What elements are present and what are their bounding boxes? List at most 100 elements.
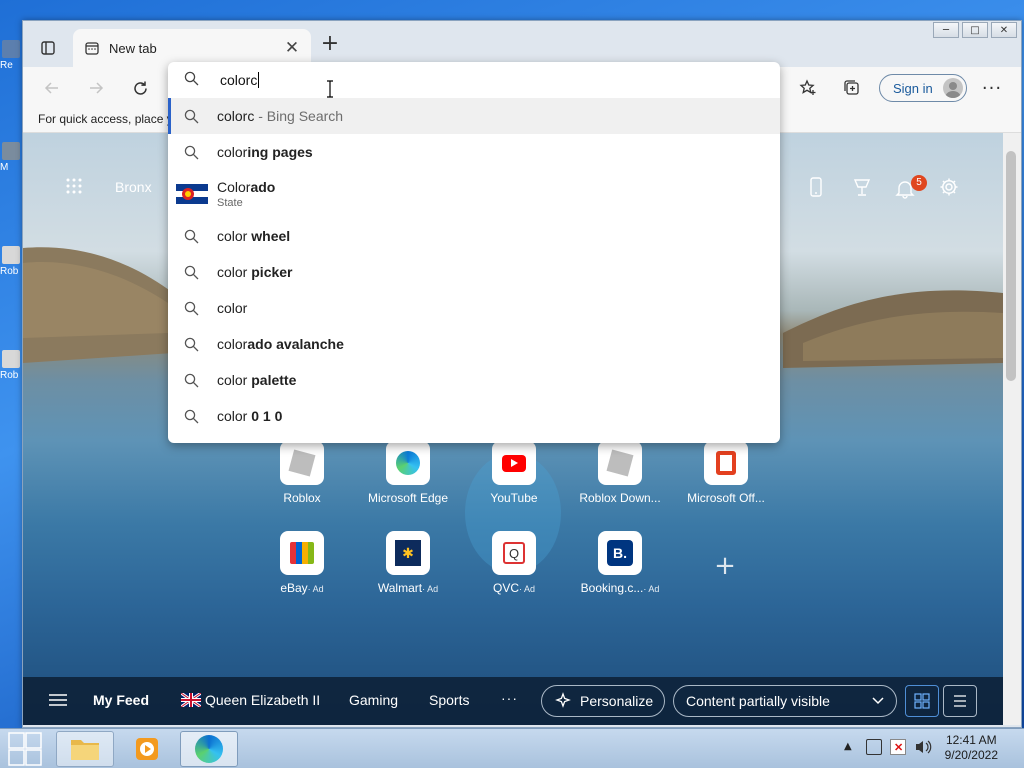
quick-link-label: Roblox Down...	[579, 491, 661, 505]
feed-tab-topic[interactable]: Queen Elizabeth II	[181, 692, 320, 708]
add-site-button[interactable]: +	[713, 551, 737, 581]
suggestion-suffix: 0 1 0	[247, 408, 283, 424]
suggestion-prefix: color	[217, 300, 248, 316]
rewards-button[interactable]	[851, 177, 873, 200]
suggestion-item[interactable]: coloring pages	[168, 134, 780, 170]
windows-icon	[8, 732, 42, 766]
forward-button[interactable]	[83, 75, 109, 101]
favorites-bar-hint: For quick access, place y	[38, 112, 173, 126]
feed-tab-sports[interactable]: Sports	[429, 692, 469, 708]
suggestion-text: colorc - Bing Search	[217, 108, 343, 124]
quick-link[interactable]: Roblox	[247, 441, 357, 505]
feed-tab-gaming[interactable]: Gaming	[349, 692, 398, 708]
new-tab-button[interactable]: +	[319, 33, 341, 55]
show-hidden-icons-button[interactable]: ▲	[844, 741, 852, 752]
scrollbar-thumb[interactable]	[1006, 151, 1016, 381]
search-icon	[184, 409, 204, 424]
suggestion-prefix: color	[217, 372, 248, 388]
start-button[interactable]	[4, 731, 46, 767]
notifications-button[interactable]: 5	[895, 175, 927, 201]
notification-badge: 5	[911, 175, 927, 191]
refresh-button[interactable]	[127, 75, 153, 101]
page-settings-button[interactable]	[939, 177, 959, 200]
address-bar-text: colorc	[220, 72, 258, 88]
feed-menu-button[interactable]	[49, 693, 67, 710]
colorado-flag-icon	[176, 184, 208, 204]
quick-link[interactable]: Q QVC· Ad	[459, 531, 569, 595]
content-visibility-dropdown[interactable]: Content partially visible	[673, 685, 897, 717]
grid-layout-button[interactable]	[905, 685, 939, 717]
quick-link[interactable]: Roblox Down...	[565, 441, 675, 505]
edge-icon	[195, 735, 223, 763]
close-tab-icon[interactable]: ✕	[283, 38, 301, 58]
collections-button[interactable]	[839, 75, 865, 101]
suggestion-suffix: picker	[247, 264, 293, 280]
suggestion-prefix: color	[217, 408, 248, 424]
volume-icon[interactable]	[914, 739, 932, 758]
add-favorite-button[interactable]	[795, 75, 821, 101]
desktop-icon-3[interactable]: Rob	[0, 246, 22, 277]
suggestion-text: color 0 1 0	[217, 408, 282, 424]
list-view-icon	[954, 695, 966, 707]
system-clock[interactable]: 12:41 AM 9/20/2022	[945, 733, 998, 763]
booking-icon: B.	[598, 531, 642, 575]
taskbar-media-player[interactable]	[118, 731, 176, 767]
collections-icon	[844, 80, 859, 95]
new-tab-page-icon	[85, 42, 99, 55]
network-icon[interactable]	[866, 739, 882, 755]
suggestion-item[interactable]: colorado avalanche	[168, 326, 780, 362]
tab-title: New tab	[109, 40, 157, 56]
suggestion-item[interactable]: color wheel	[168, 218, 780, 254]
suggestion-text: color palette	[217, 372, 296, 388]
feed-more-button[interactable]: ···	[501, 690, 518, 706]
avatar	[943, 78, 963, 98]
desktop-icon-2[interactable]: M	[0, 142, 22, 173]
quick-link[interactable]: Microsoft Edge	[353, 441, 463, 505]
suggestion-item[interactable]: Colorado State	[168, 170, 780, 218]
suggestion-item[interactable]: colorc - Bing Search	[168, 98, 780, 134]
tab-actions-button[interactable]	[35, 37, 61, 59]
desktop-app-icon	[2, 40, 20, 58]
taskbar-file-explorer[interactable]	[56, 731, 114, 767]
back-button[interactable]	[39, 75, 65, 101]
suggestion-item[interactable]: color palette	[168, 362, 780, 398]
folder-icon	[71, 740, 99, 760]
suggestion-text: color wheel	[217, 228, 290, 244]
suggestion-item[interactable]: color 0 1 0	[168, 398, 780, 434]
taskbar-edge[interactable]	[180, 731, 238, 767]
suggestion-suffix: ado avalanche	[247, 336, 344, 352]
settings-and-more-button[interactable]: ···	[979, 75, 1005, 101]
weather-location[interactable]: Bronx	[115, 179, 152, 195]
uk-flag-icon	[181, 693, 201, 707]
suggestion-prefix: color	[217, 264, 248, 280]
suggestion-prefix: color	[217, 228, 248, 244]
mobile-button[interactable]	[809, 177, 823, 200]
search-icon	[184, 373, 204, 388]
quick-link[interactable]: Microsoft Off...	[671, 441, 781, 505]
desktop-icon-1[interactable]: Re	[0, 40, 22, 71]
desktop-icon-label: Rob	[0, 266, 19, 277]
desktop-icon-label: Re	[0, 60, 13, 71]
quick-link[interactable]: ✱ Walmart· Ad	[353, 531, 463, 595]
personalize-button[interactable]: Personalize	[541, 685, 665, 717]
address-bar-input[interactable]: colorc	[168, 62, 780, 98]
quick-link[interactable]: B. Booking.c...· Ad	[565, 531, 675, 595]
ad-label: · Ad	[422, 584, 439, 594]
sign-in-label: Sign in	[893, 80, 933, 96]
search-icon	[184, 301, 204, 316]
feed-navigation-bar: My Feed Queen Elizabeth II Gaming Sports…	[23, 677, 1003, 725]
suggestion-item[interactable]: color	[168, 290, 780, 326]
desktop-icon-4[interactable]: Rob	[0, 350, 22, 381]
quick-link[interactable]: eBay· Ad	[247, 531, 357, 595]
search-icon	[184, 71, 204, 89]
suggestion-prefix: color	[217, 144, 248, 160]
content-visibility-label: Content partially visible	[686, 693, 830, 709]
suggestion-prefix: color	[217, 336, 248, 352]
sparkle-pencil-icon	[555, 692, 571, 708]
apps-launcher-button[interactable]	[65, 177, 83, 195]
list-layout-button[interactable]	[943, 685, 977, 717]
feed-tab-my-feed[interactable]: My Feed	[93, 692, 149, 708]
quick-link[interactable]: YouTube	[459, 441, 569, 505]
suggestion-item[interactable]: color picker	[168, 254, 780, 290]
action-center-icon[interactable]: ✕	[890, 739, 906, 755]
